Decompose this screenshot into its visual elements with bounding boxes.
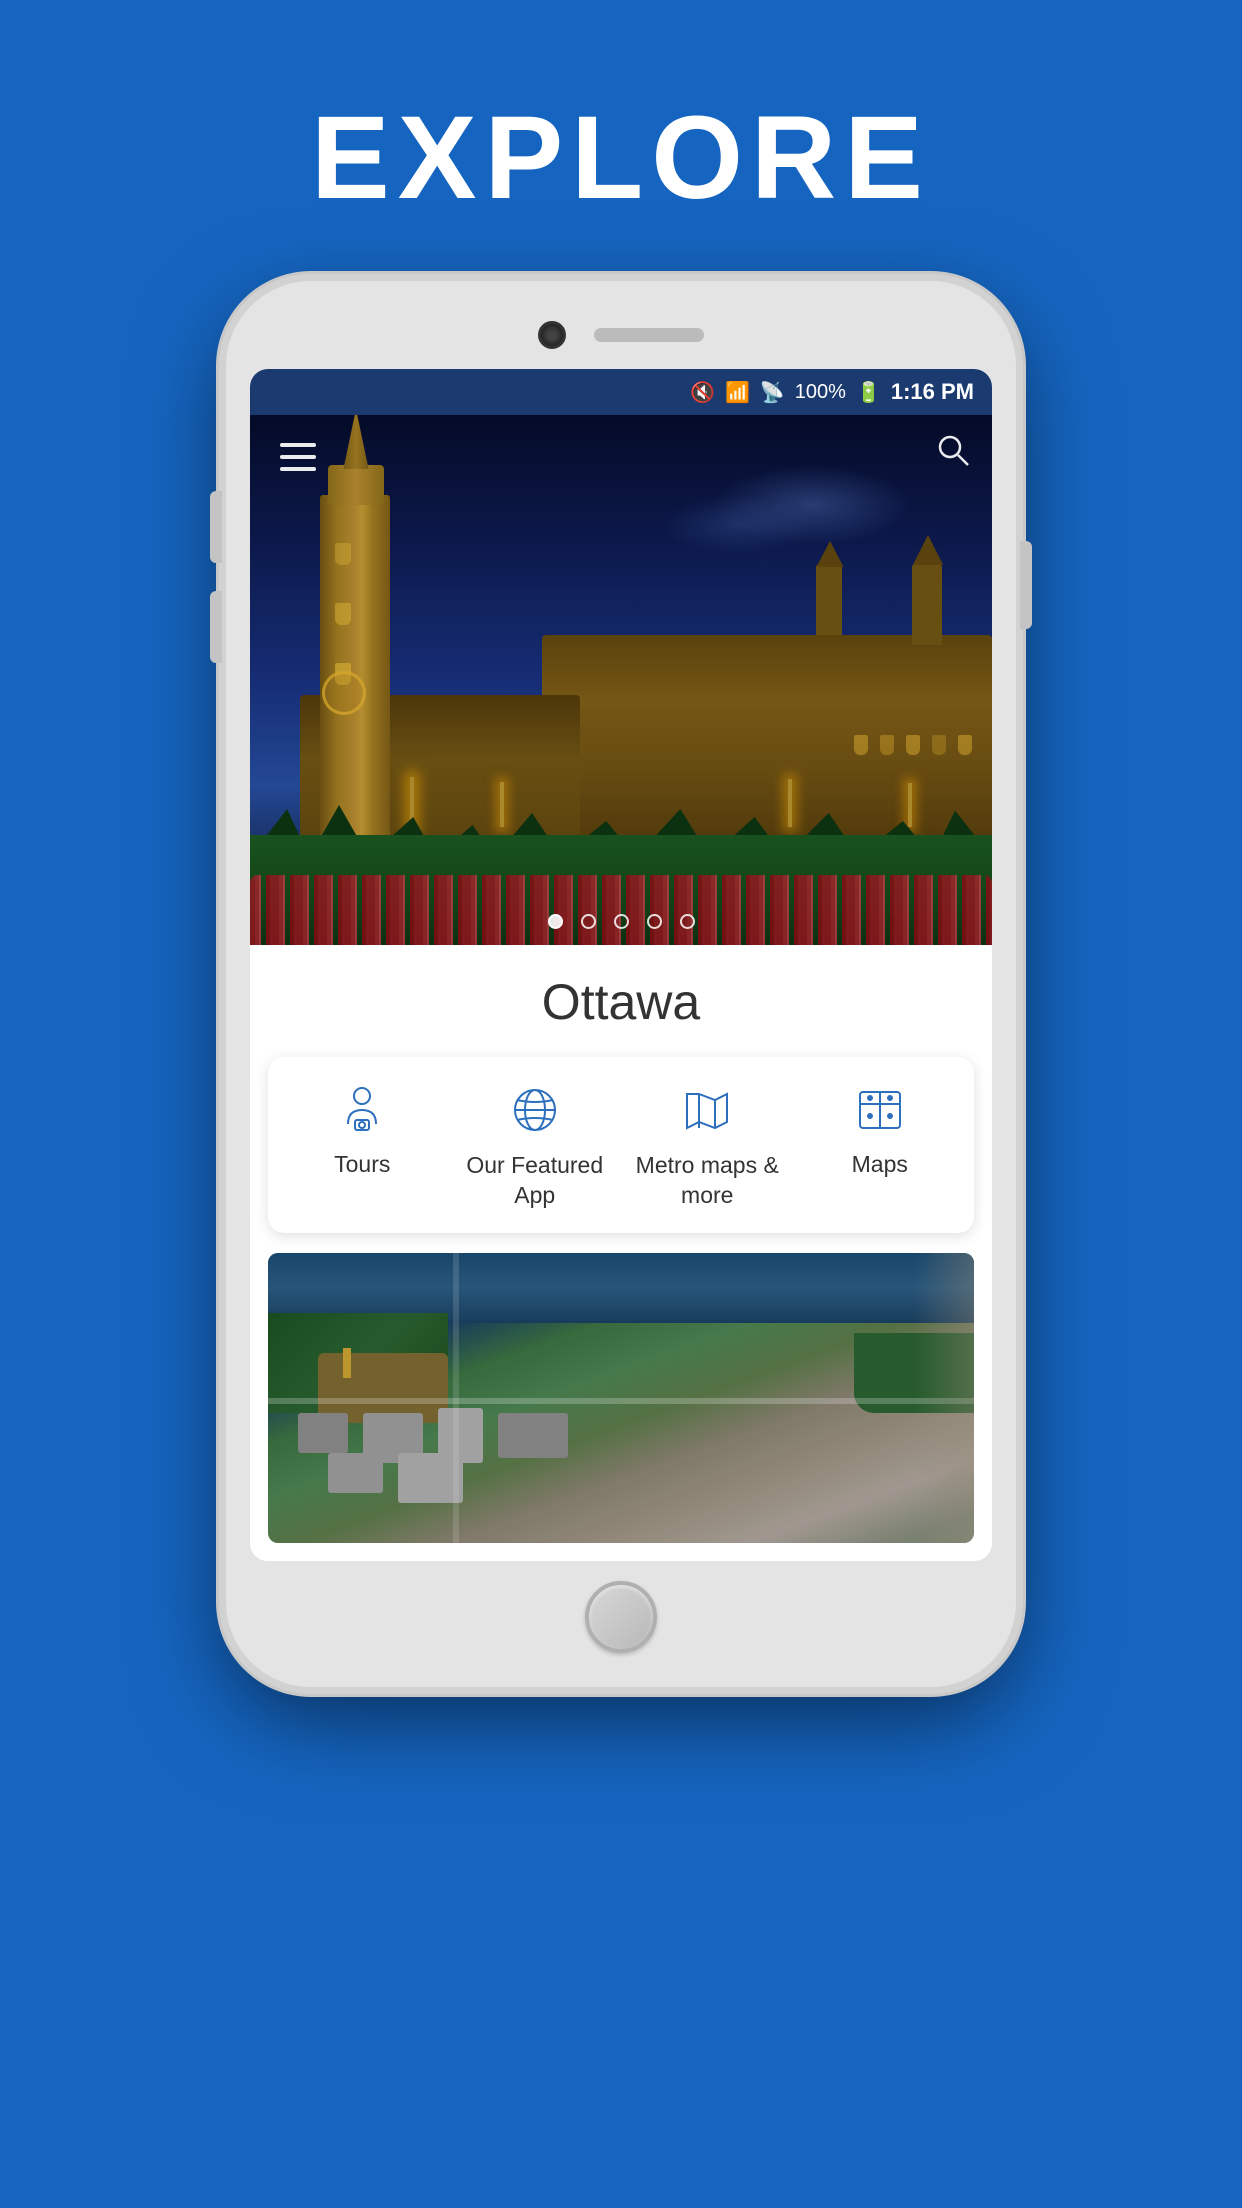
city-name: Ottawa: [268, 973, 974, 1031]
volume-button-down: [210, 591, 222, 663]
phone-screen: 🔇 📶 📡 100% 🔋 1:16 PM: [250, 369, 992, 1561]
speaker-grille: [594, 328, 704, 342]
power-button: [1020, 541, 1032, 629]
tours-label: Tours: [334, 1151, 390, 1178]
time-display: 1:16 PM: [891, 379, 974, 405]
status-bar: 🔇 📶 📡 100% 🔋 1:16 PM: [250, 369, 992, 415]
hero-section: [250, 415, 992, 945]
mute-icon: 🔇: [690, 380, 715, 405]
category-maps[interactable]: Maps: [794, 1079, 967, 1211]
dot-5[interactable]: [680, 914, 695, 929]
battery-icon: 🔋: [856, 380, 881, 405]
dot-2[interactable]: [581, 914, 596, 929]
slide-dots: [250, 914, 992, 929]
hamburger-menu-button[interactable]: [272, 435, 324, 479]
phone-top-bar: [250, 313, 992, 369]
dot-1[interactable]: [548, 914, 563, 929]
phone-bottom-bar: [250, 1561, 992, 1663]
wifi-icon: 📶: [725, 380, 750, 405]
categories-container: Tours Our Fea: [268, 1057, 974, 1233]
signal-icon: 📡: [760, 380, 785, 405]
metro-maps-label: Metro maps & more: [621, 1151, 794, 1211]
menu-line-2: [280, 455, 316, 459]
metro-map-icon: [676, 1079, 738, 1141]
menu-line-1: [280, 443, 316, 447]
category-tours[interactable]: Tours: [276, 1079, 449, 1211]
globe-icon: [504, 1079, 566, 1141]
tours-icon: [331, 1079, 393, 1141]
category-metro-maps[interactable]: Metro maps & more: [621, 1079, 794, 1211]
volume-buttons: [210, 491, 222, 563]
maps-icon: [849, 1079, 911, 1141]
category-featured-app[interactable]: Our Featured App: [449, 1079, 622, 1211]
featured-app-label: Our Featured App: [449, 1151, 622, 1211]
front-camera: [538, 321, 566, 349]
content-area: Ottawa: [250, 945, 992, 1561]
page-title: EXPLORE: [311, 90, 931, 226]
search-button[interactable]: [934, 431, 972, 474]
home-button[interactable]: [585, 1581, 657, 1653]
battery-percent: 100%: [795, 381, 846, 404]
aerial-photo: [268, 1253, 974, 1543]
search-icon: [934, 431, 972, 469]
phone-shell: 🔇 📶 📡 100% 🔋 1:16 PM: [226, 281, 1016, 1687]
maps-label: Maps: [852, 1151, 908, 1178]
menu-line-3: [280, 467, 316, 471]
dot-3[interactable]: [614, 914, 629, 929]
dot-4[interactable]: [647, 914, 662, 929]
